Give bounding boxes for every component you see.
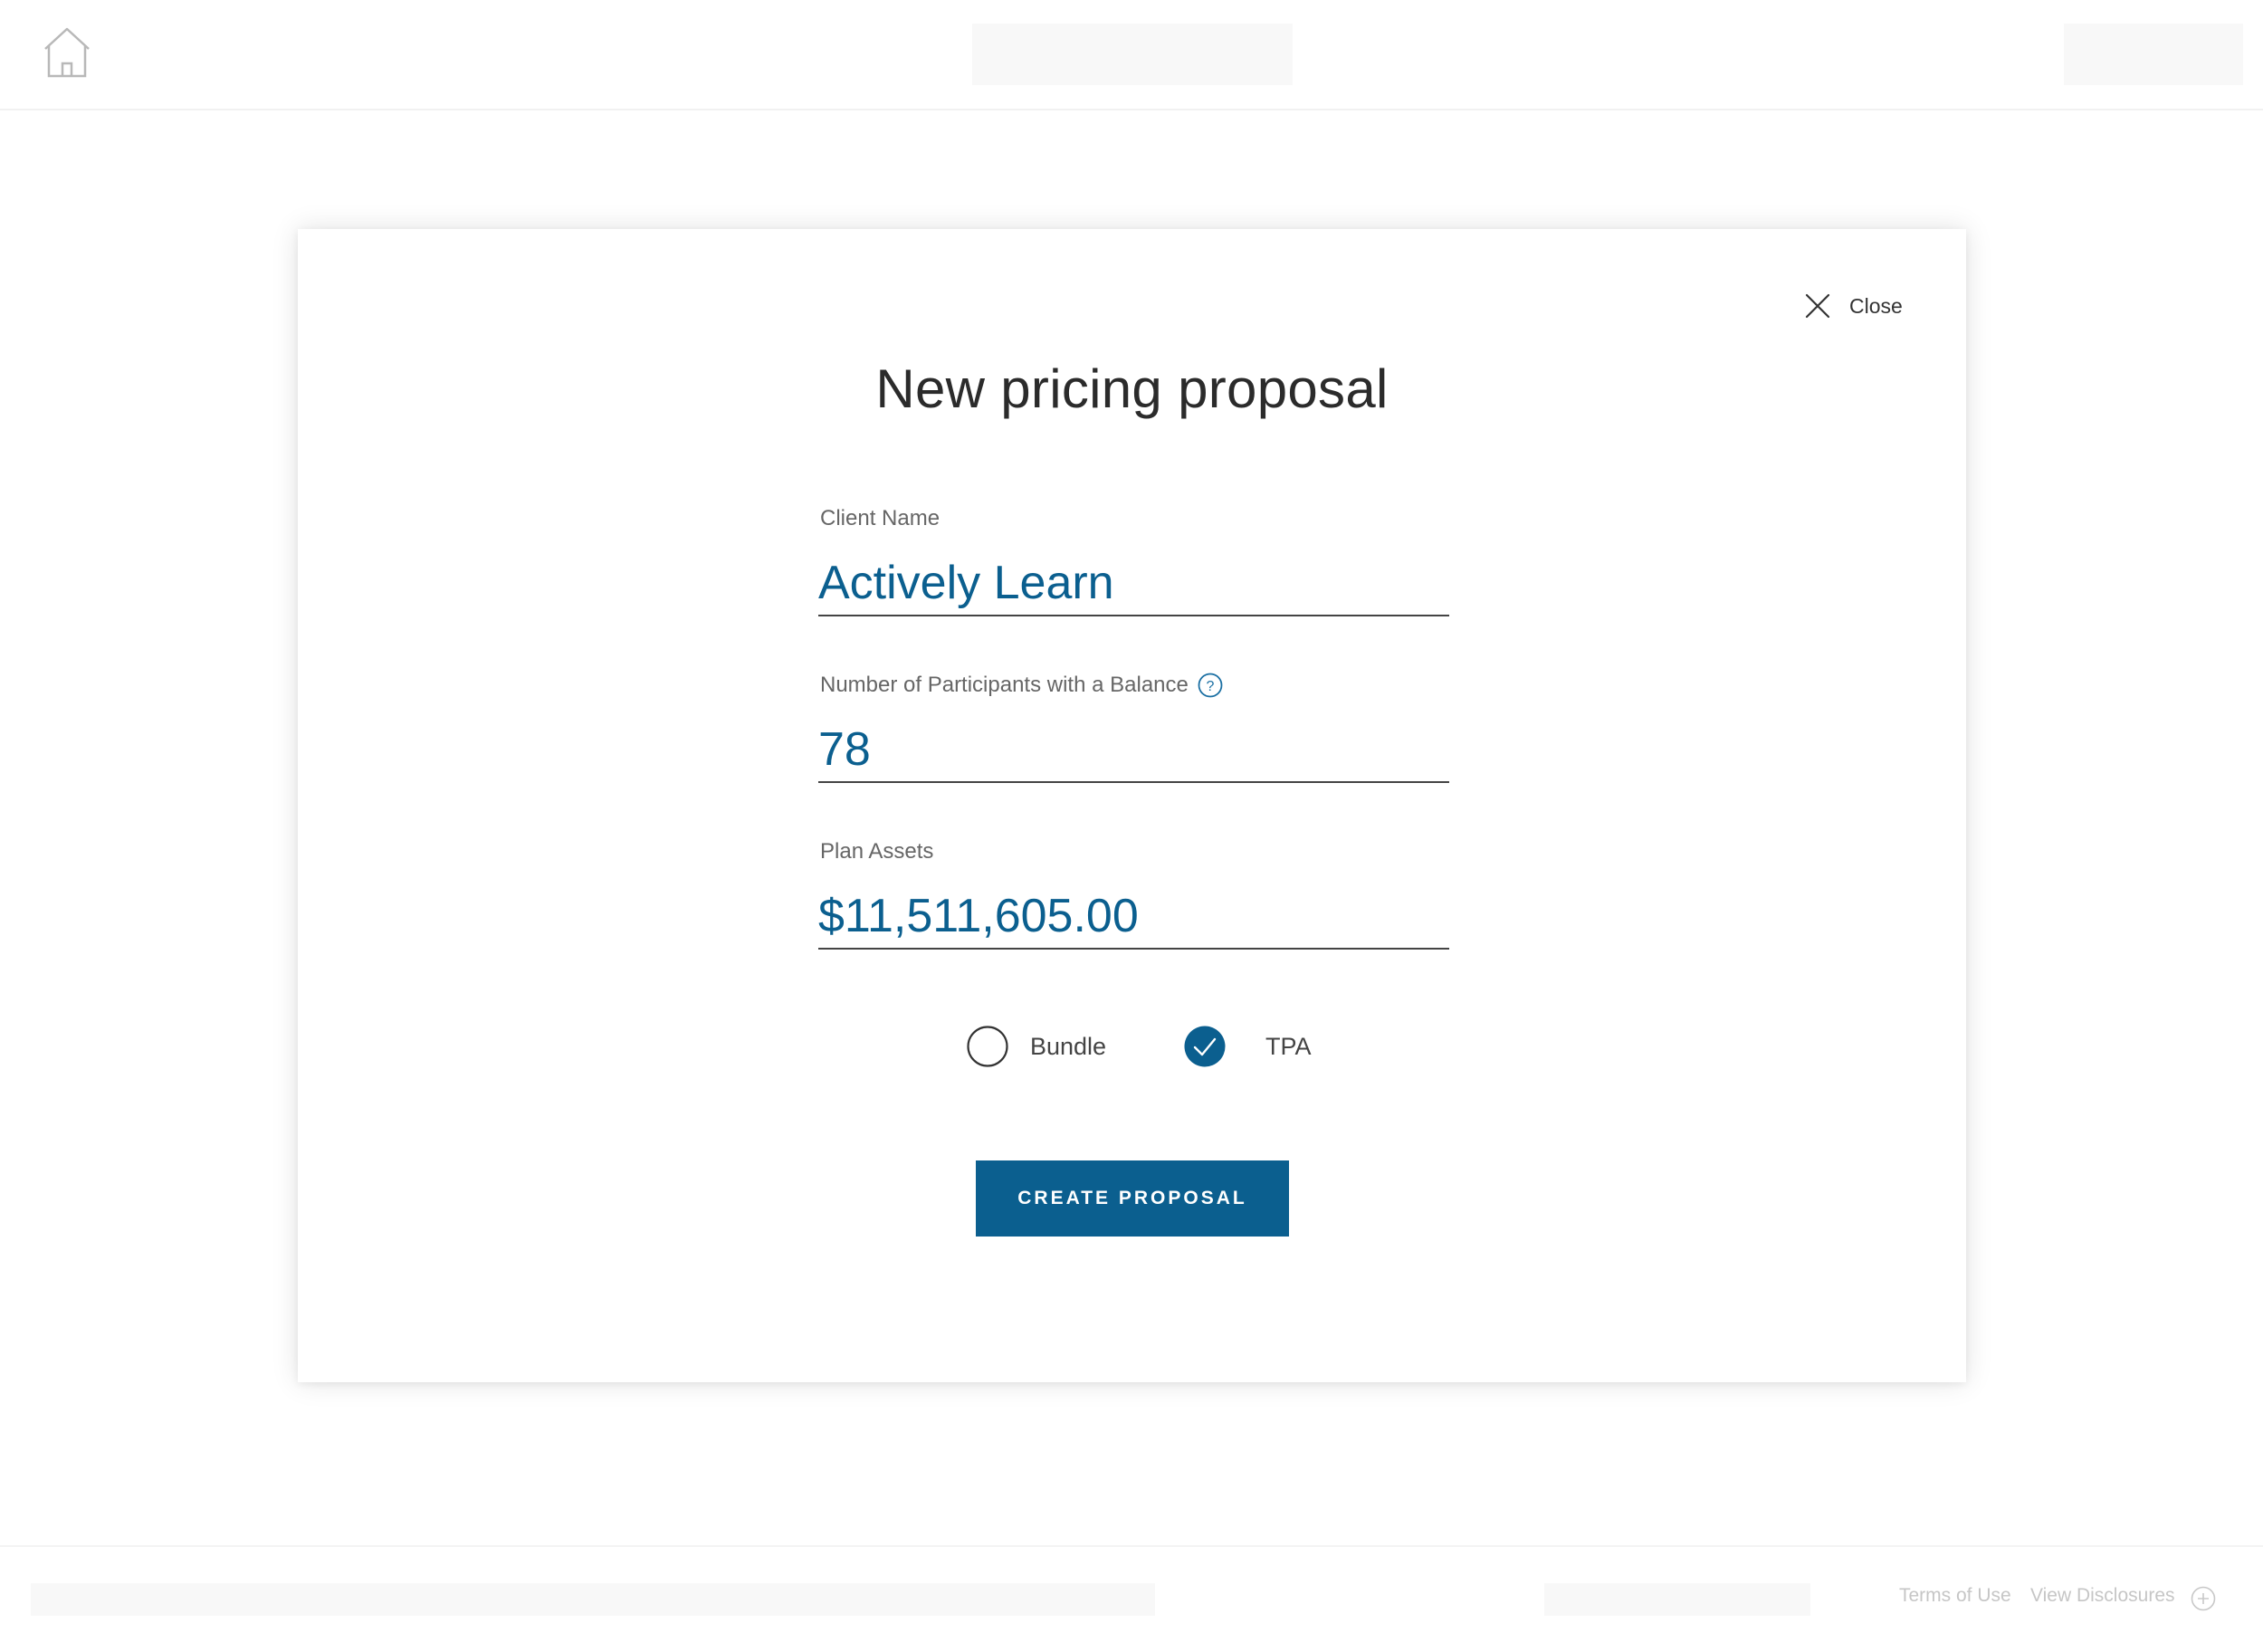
- participants-input[interactable]: [818, 718, 1449, 783]
- close-button[interactable]: Close: [1804, 291, 1903, 321]
- view-disclosures-link[interactable]: View Disclosures: [2030, 1585, 2175, 1607]
- tpa-label: TPA: [1265, 1032, 1312, 1060]
- footer: Terms of Use View Disclosures: [0, 1545, 2263, 1652]
- radio-unchecked-icon[interactable]: [967, 1026, 1008, 1067]
- home-icon[interactable]: [43, 27, 91, 78]
- plan-type-options: Bundle TPA: [298, 1026, 1966, 1080]
- participants-label: Number of Participants with a Balance ?: [820, 673, 1223, 698]
- bundle-label: Bundle: [1030, 1032, 1107, 1060]
- participants-label-text: Number of Participants with a Balance: [820, 673, 1189, 697]
- client-name-input[interactable]: [818, 551, 1449, 616]
- question-circle-icon[interactable]: ?: [1198, 673, 1223, 698]
- close-icon: [1805, 293, 1830, 319]
- tpa-option[interactable]: TPA: [1184, 1026, 1312, 1067]
- svg-text:?: ?: [1206, 679, 1214, 694]
- close-label: Close: [1849, 293, 1903, 318]
- top-bar: [0, 0, 2263, 110]
- new-proposal-modal: Close New pricing proposal Client Name N…: [298, 229, 1966, 1382]
- radio-checked-icon[interactable]: [1184, 1026, 1226, 1067]
- create-proposal-button[interactable]: CREATE PROPOSAL: [976, 1160, 1289, 1237]
- plan-assets-label: Plan Assets: [820, 839, 933, 864]
- client-name-label-text: Client Name: [820, 506, 941, 530]
- footer-mid-placeholder: [1544, 1583, 1810, 1616]
- terms-of-use-link[interactable]: Terms of Use: [1899, 1585, 2011, 1607]
- footer-left-placeholder: [31, 1583, 1155, 1616]
- client-name-label: Client Name: [820, 506, 940, 531]
- header-center-placeholder: [972, 24, 1293, 85]
- header-right-placeholder: [2064, 24, 2243, 85]
- bundle-option[interactable]: Bundle: [967, 1026, 1106, 1067]
- plan-assets-label-text: Plan Assets: [820, 839, 934, 864]
- plan-assets-input[interactable]: [818, 884, 1449, 950]
- plus-circle-icon[interactable]: [2191, 1586, 2216, 1611]
- modal-title: New pricing proposal: [875, 358, 1389, 419]
